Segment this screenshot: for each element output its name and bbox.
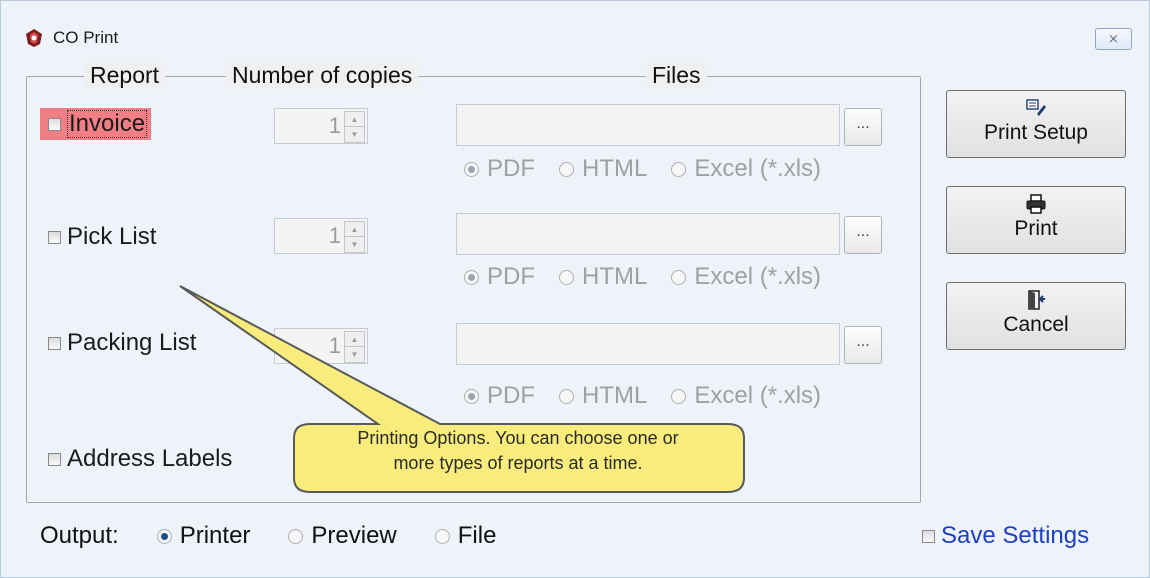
callout-line-1: Printing Options. You can choose one or <box>357 428 679 448</box>
callout-tooltip <box>179 285 745 493</box>
callout-line-2: more types of reports at a time. <box>393 453 643 473</box>
callout-text: Printing Options. You can choose one or … <box>300 426 736 476</box>
